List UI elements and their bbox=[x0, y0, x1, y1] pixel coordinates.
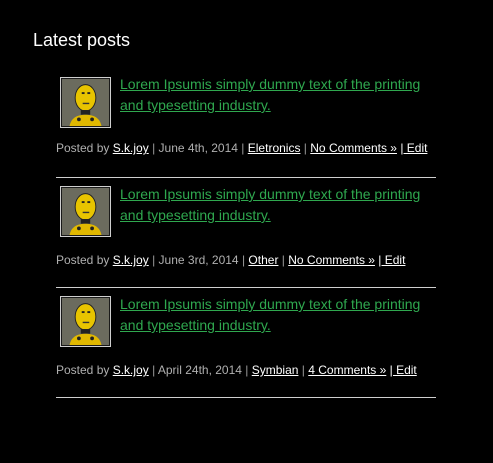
post-date: June 3rd, 2014 bbox=[158, 253, 239, 267]
meta-separator: | bbox=[245, 363, 249, 377]
comments-link[interactable]: No Comments » bbox=[288, 253, 375, 267]
crash-test-dummy-thumbnail bbox=[62, 79, 109, 126]
category-link[interactable]: Other bbox=[248, 253, 278, 267]
meta-separator: | bbox=[152, 253, 156, 267]
post-title-link[interactable]: Lorem Ipsumis simply dummy text of the p… bbox=[120, 294, 440, 336]
edit-link[interactable]: | Edit bbox=[378, 253, 405, 267]
category-link[interactable]: Symbian bbox=[252, 363, 299, 377]
latest-posts-widget: Latest posts bbox=[33, 27, 443, 53]
comments-link[interactable]: No Comments » bbox=[310, 141, 397, 155]
post-thumbnail[interactable] bbox=[60, 77, 111, 128]
post-date: April 24th, 2014 bbox=[157, 363, 242, 377]
edit-link[interactable]: | Edit bbox=[400, 141, 427, 155]
edit-link[interactable]: | Edit bbox=[390, 363, 417, 377]
widget-title: Latest posts bbox=[33, 30, 131, 50]
list-item: Lorem Ipsumis simply dummy text of the p… bbox=[56, 178, 436, 288]
post-date: June 4th, 2014 bbox=[158, 141, 238, 155]
meta-separator: | bbox=[281, 253, 285, 267]
post-thumbnail[interactable] bbox=[60, 296, 111, 347]
post-thumbnail[interactable] bbox=[60, 186, 111, 237]
author-link[interactable]: S.k.joy bbox=[113, 141, 149, 155]
posted-by-label: Posted by bbox=[56, 141, 110, 155]
post-title-link[interactable]: Lorem Ipsumis simply dummy text of the p… bbox=[120, 74, 440, 116]
post-meta: Posted by S.k.joy | June 3rd, 2014 | Oth… bbox=[56, 252, 405, 268]
meta-separator: | bbox=[301, 363, 305, 377]
post-meta: Posted by S.k.joy | April 24th, 2014 | S… bbox=[56, 362, 417, 378]
post-title-link[interactable]: Lorem Ipsumis simply dummy text of the p… bbox=[120, 184, 440, 226]
category-link[interactable]: Eletronics bbox=[248, 141, 301, 155]
crash-test-dummy-thumbnail bbox=[62, 298, 109, 345]
list-item: Lorem Ipsumis simply dummy text of the p… bbox=[56, 74, 436, 178]
meta-separator: | bbox=[303, 141, 307, 155]
posted-by-label: Posted by bbox=[56, 363, 110, 377]
posted-by-label: Posted by bbox=[56, 253, 110, 267]
meta-separator: | bbox=[152, 141, 156, 155]
author-link[interactable]: S.k.joy bbox=[113, 253, 149, 267]
list-item: Lorem Ipsumis simply dummy text of the p… bbox=[56, 288, 436, 398]
post-list: Lorem Ipsumis simply dummy text of the p… bbox=[56, 74, 436, 398]
comments-link[interactable]: 4 Comments » bbox=[308, 363, 386, 377]
meta-separator: | bbox=[241, 141, 245, 155]
crash-test-dummy-thumbnail bbox=[62, 188, 109, 235]
meta-separator: | bbox=[152, 363, 156, 377]
post-meta: Posted by S.k.joy | June 4th, 2014 | Ele… bbox=[56, 140, 427, 156]
meta-separator: | bbox=[241, 253, 246, 267]
author-link[interactable]: S.k.joy bbox=[113, 363, 149, 377]
